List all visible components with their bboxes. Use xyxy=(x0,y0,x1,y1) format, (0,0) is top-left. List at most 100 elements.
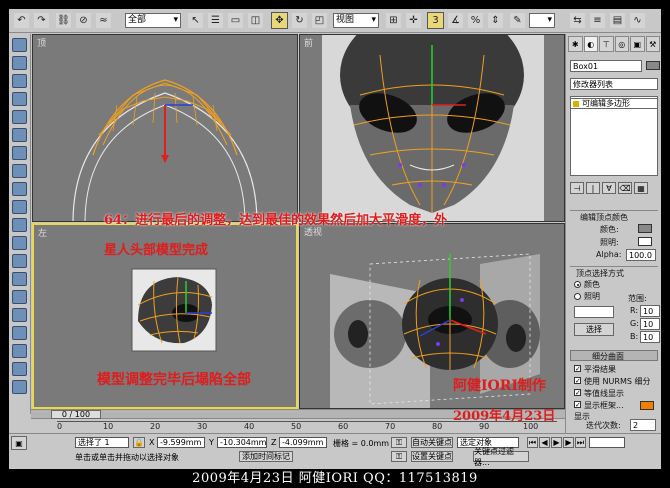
radio-color[interactable] xyxy=(574,281,581,288)
viewport-front[interactable]: 前 xyxy=(299,34,565,222)
pivot-icon[interactable]: ⊞ xyxy=(385,12,402,29)
pin-stack-icon[interactable]: ⊣ xyxy=(570,182,584,194)
show-cage-checkbox[interactable]: ✓ xyxy=(574,401,581,409)
key-icon[interactable]: ⚿ xyxy=(391,437,407,448)
goto-end-icon[interactable]: ⏭ xyxy=(575,437,586,448)
select-button[interactable]: 选择 xyxy=(574,323,614,336)
radio-illum[interactable] xyxy=(574,293,581,300)
range-b-input[interactable]: 10 xyxy=(640,331,660,343)
prev-frame-icon[interactable]: ◀ xyxy=(539,437,550,448)
tool-icon-15[interactable] xyxy=(12,290,27,304)
tool-icon-4[interactable] xyxy=(12,92,27,106)
set-key-button[interactable]: 设置关键点 xyxy=(411,451,453,462)
mirror-icon[interactable]: ⇆ xyxy=(569,12,586,29)
named-selection-dropdown[interactable] xyxy=(529,13,555,28)
modifier-stack-item[interactable]: 可编辑多边形 xyxy=(570,98,658,109)
scale-icon[interactable]: ◰ xyxy=(311,12,328,29)
tool-icon-13[interactable] xyxy=(12,254,27,268)
utilities-tab-icon[interactable]: ⚒ xyxy=(645,36,660,52)
iterations-input[interactable]: 2 xyxy=(630,419,656,431)
curve-editor-icon[interactable]: ∿ xyxy=(629,12,646,29)
reference-coord-dropdown[interactable]: 视图 xyxy=(333,13,379,28)
manipulate-icon[interactable]: ✛ xyxy=(405,12,422,29)
configure-sets-icon[interactable]: ▦ xyxy=(634,182,648,194)
hierarchy-tab-icon[interactable]: ⊤ xyxy=(599,36,614,52)
tool-icon-2[interactable] xyxy=(12,56,27,70)
play-icon[interactable]: ▶ xyxy=(551,437,562,448)
vertex-color-swatch[interactable] xyxy=(638,224,652,233)
select-color-swatch[interactable] xyxy=(574,306,614,318)
illum-color-swatch[interactable] xyxy=(638,237,652,246)
modifier-bullet-icon xyxy=(573,101,579,107)
next-frame-icon[interactable]: ▶ xyxy=(563,437,574,448)
key-filters-button[interactable]: 关键点过滤器... xyxy=(473,447,529,467)
alpha-input[interactable]: 100.0 xyxy=(626,249,656,261)
remove-modifier-icon[interactable]: ⌫ xyxy=(618,182,632,194)
create-tab-icon[interactable]: ✱ xyxy=(568,36,583,52)
tool-icon-3[interactable] xyxy=(12,74,27,88)
display-tab-icon[interactable]: ▣ xyxy=(630,36,645,52)
time-slider-thumb[interactable]: 0 / 100 xyxy=(51,410,101,419)
tool-icon-9[interactable] xyxy=(12,182,27,196)
current-frame-input[interactable] xyxy=(589,437,625,448)
tool-icon-10[interactable] xyxy=(12,200,27,214)
tool-icon-12[interactable] xyxy=(12,236,27,250)
lock-selection-icon[interactable]: 🔒 xyxy=(133,437,145,448)
layer-manager-icon[interactable]: ▤ xyxy=(609,12,626,29)
maxscript-listener-icon[interactable]: ▣ xyxy=(11,436,27,450)
undo-icon[interactable]: ↶ xyxy=(13,12,30,29)
rect-select-icon[interactable]: ▭ xyxy=(227,12,244,29)
tool-icon-20[interactable] xyxy=(12,380,27,394)
snap-toggle-icon[interactable]: 3 xyxy=(427,12,444,29)
named-selection-icon[interactable]: ✎ xyxy=(509,12,526,29)
select-by-name-icon[interactable]: ☰ xyxy=(207,12,224,29)
y-coord-input[interactable]: -10.304mm xyxy=(217,437,267,448)
rotate-icon[interactable]: ↻ xyxy=(291,12,308,29)
make-unique-icon[interactable]: ∀ xyxy=(602,182,616,194)
bind-space-warp-icon[interactable]: ≈ xyxy=(95,12,112,29)
tool-icon-7[interactable] xyxy=(12,146,27,160)
select-object-icon[interactable]: ↖ xyxy=(187,12,204,29)
selection-filter-dropdown[interactable]: 全部 xyxy=(125,13,181,28)
object-name-field[interactable]: Box01 xyxy=(570,60,642,72)
tool-icon-5[interactable] xyxy=(12,110,27,124)
align-icon[interactable]: ≡ xyxy=(589,12,606,29)
show-end-result-icon[interactable]: | xyxy=(586,182,600,194)
percent-snap-icon[interactable]: % xyxy=(467,12,484,29)
goto-start-icon[interactable]: ⏮ xyxy=(527,437,538,448)
move-icon[interactable]: ✥ xyxy=(271,12,288,29)
add-time-tag-button[interactable]: 添加时间标记 xyxy=(239,451,293,462)
window-crossing-icon[interactable]: ◫ xyxy=(247,12,264,29)
viewport-top[interactable]: 顶 xyxy=(32,34,298,222)
tool-icon-14[interactable] xyxy=(12,272,27,286)
app-window: ↶ ↷ ⛓ ⊘ ≈ 全部 ↖ ☰ ▭ ◫ ✥ ↻ ◰ 视图 ⊞ ✛ 3 ∡ % … xyxy=(9,9,661,469)
tool-icon-11[interactable] xyxy=(12,218,27,232)
tool-icon-18[interactable] xyxy=(12,344,27,358)
range-r-input[interactable]: 10 xyxy=(640,305,660,317)
tool-icon-19[interactable] xyxy=(12,362,27,376)
redo-icon[interactable]: ↷ xyxy=(33,12,50,29)
smooth-result-checkbox[interactable]: ✓ xyxy=(574,365,581,373)
set-key-icon[interactable]: ⚿ xyxy=(391,451,407,462)
tool-icon-16[interactable] xyxy=(12,308,27,322)
use-nurms-checkbox[interactable]: ✓ xyxy=(574,377,581,385)
auto-key-button[interactable]: 自动关键点 xyxy=(411,437,453,448)
tool-icon-17[interactable] xyxy=(12,326,27,340)
x-coord-input[interactable]: -9.599mm xyxy=(157,437,205,448)
isoline-checkbox[interactable]: ✓ xyxy=(574,389,581,397)
modifier-list-dropdown[interactable]: 修改器列表 xyxy=(570,78,658,90)
cage-color-swatch[interactable] xyxy=(640,401,654,410)
object-color-swatch[interactable] xyxy=(646,61,660,70)
range-g-input[interactable]: 10 xyxy=(640,318,660,330)
tool-icon-1[interactable] xyxy=(12,38,27,52)
spinner-snap-icon[interactable]: ⇕ xyxy=(487,12,504,29)
show-cage-label: 显示框架... xyxy=(584,401,624,410)
tool-icon-6[interactable] xyxy=(12,128,27,142)
z-coord-input[interactable]: -4.099mm xyxy=(279,437,327,448)
angle-snap-icon[interactable]: ∡ xyxy=(447,12,464,29)
unlink-icon[interactable]: ⊘ xyxy=(75,12,92,29)
motion-tab-icon[interactable]: ◎ xyxy=(614,36,629,52)
modify-tab-icon[interactable]: ◐ xyxy=(583,36,598,52)
tool-icon-8[interactable] xyxy=(12,164,27,178)
link-icon[interactable]: ⛓ xyxy=(55,12,72,29)
